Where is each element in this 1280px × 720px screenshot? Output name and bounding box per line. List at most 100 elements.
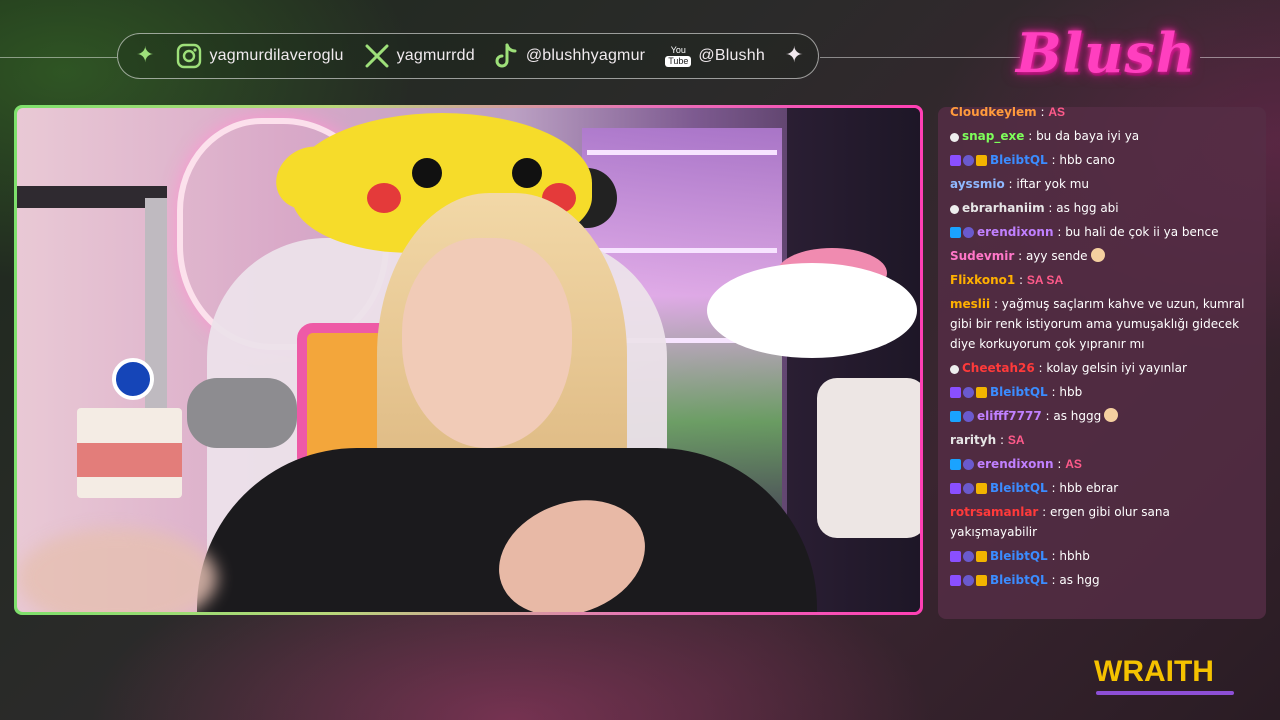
chat-message: Flixkono1 : SA SA [950,270,1254,290]
sparkle-icon: ✦ [784,43,804,68]
purple-badge-icon [950,551,961,562]
webcam-frame [14,105,923,615]
chat-message: erendixonn : bu hali de çok ii ya bence [950,222,1254,242]
chat-separator: : [1041,409,1054,423]
chat-username[interactable]: BleibtQL [990,385,1048,399]
webcam-feed [17,108,920,612]
shelf-board [587,248,777,253]
chat-message: BleibtQL : hbb cano [950,150,1254,170]
brand-logo: Blush [1016,10,1195,96]
chat-username[interactable]: rarityh [950,433,996,447]
gold-badge-icon [976,551,987,562]
chat-message: Sudevmir : ayy sende [950,246,1254,266]
chat-message: meslii : yağmuş saçlarım kahve ve uzun, … [950,294,1254,354]
chat-emote: SA [1007,433,1025,447]
chat-separator: : [1047,385,1060,399]
chat-text: as hgg [1059,573,1100,587]
chat-username[interactable]: ebrarhaniim [962,201,1045,215]
sub-badge-icon [963,155,974,166]
chat-text: as hggg [1053,409,1102,423]
chat-message: BleibtQL : hbb [950,382,1254,402]
chat-separator: : [996,433,1008,447]
chat-separator: : [1015,273,1027,287]
chat-separator: : [1036,107,1049,119]
chat-badges [950,459,974,470]
chat-separator: : [1053,457,1066,471]
youtube-icon-bottom: Tube [665,55,692,67]
chat-text: hbb cano [1059,153,1115,167]
chat-badges [950,205,959,214]
chat-badges [950,575,987,586]
chat-username[interactable]: Flixkono1 [950,273,1015,287]
chat-username[interactable]: BleibtQL [990,549,1048,563]
youtube-handle: @Blushh [698,47,765,64]
chat-username[interactable]: rotrsamanlar [950,505,1038,519]
mic-pole [145,198,167,428]
brand-logo-text: Blush [1015,21,1197,85]
chat-message: ayssmio : iftar yok mu [950,174,1254,194]
chat-username[interactable]: ayssmio [950,177,1005,191]
mug-label [77,443,182,477]
chat-separator: : [1047,549,1060,563]
chat-panel: Cloudkeylem : AS snap_exe : bu da baya iy… [938,107,1266,619]
chat-separator: : [1014,249,1026,263]
chat-text: hbhb [1059,549,1090,563]
sponsor-logo-text: WRAITH [1094,655,1214,688]
instagram-icon [176,43,202,69]
chat-text: ayy sende [1025,249,1088,263]
chat-message: rarityh : SA [950,430,1254,450]
streamer-hand-blurred [17,528,217,612]
social-instagram[interactable]: yagmurdilaveroglu [176,43,343,69]
youtube-icon-top: You [670,44,686,55]
chat-message: BleibtQL : hbb ebrar [950,478,1254,498]
chat-username[interactable]: snap_exe [962,129,1024,143]
chat-separator: : [1034,361,1047,375]
chat-username[interactable]: Sudevmir [950,249,1014,263]
chat-text: bu da baya iyi ya [1036,129,1140,143]
header-line-mid [820,57,1020,58]
instagram-handle: yagmurdilaveroglu [209,47,344,64]
x-icon [364,43,390,69]
chat-badges [950,227,974,238]
streamer-face [402,238,572,448]
chat-emote: AS [1065,457,1082,471]
chat-username[interactable]: BleibtQL [990,573,1048,587]
chat-text: bu hali de çok ii ya bence [1065,225,1219,239]
chat-username[interactable]: Cheetah26 [962,361,1035,375]
chat-message: elifff7777 : as hggg [950,406,1254,426]
chat-username[interactable]: BleibtQL [990,481,1048,495]
shelf-board [587,150,777,155]
sparkle-icon: ✦ [136,43,155,68]
header-line-left [0,57,117,58]
blue-badge-icon [950,411,961,422]
social-x[interactable]: yagmurrdd [364,43,475,69]
header-line-right [1200,57,1280,58]
chat-separator: : [1047,153,1060,167]
sub-badge-icon [963,459,974,470]
x-handle: yagmurrdd [396,47,475,64]
chat-username[interactable]: elifff7777 [977,409,1042,423]
chat-badges [950,365,959,374]
chat-username[interactable]: Cloudkeylem [950,107,1037,119]
emoji-icon [1104,408,1119,422]
chat-text: iftar yok mu [1016,177,1090,191]
chat-separator: : [1053,225,1066,239]
pikachu-cheek [367,183,401,213]
chat-message: Cloudkeylem : AS [950,107,1254,122]
social-bar: ✦ yagmurdilaveroglu yagmurrdd @blushhyag… [117,33,819,79]
chat-username[interactable]: BleibtQL [990,153,1048,167]
chat-username[interactable]: meslii [950,297,990,311]
gift-badge-icon [950,205,959,214]
sponsor-logo: WRAITH [1094,655,1239,697]
chat-badges [950,411,974,422]
pikachu-eye [512,158,542,188]
social-tiktok[interactable]: @blushhyagmur [495,43,645,69]
chat-separator: : [1038,505,1051,519]
gift-badge-icon [950,133,959,142]
chat-username[interactable]: erendixonn [977,457,1054,471]
chat-badges [950,387,987,398]
sub-badge-icon [963,551,974,562]
chat-emote: SA SA [1026,273,1064,287]
social-youtube[interactable]: You Tube @Blushh [665,44,765,67]
chat-username[interactable]: erendixonn [977,225,1054,239]
